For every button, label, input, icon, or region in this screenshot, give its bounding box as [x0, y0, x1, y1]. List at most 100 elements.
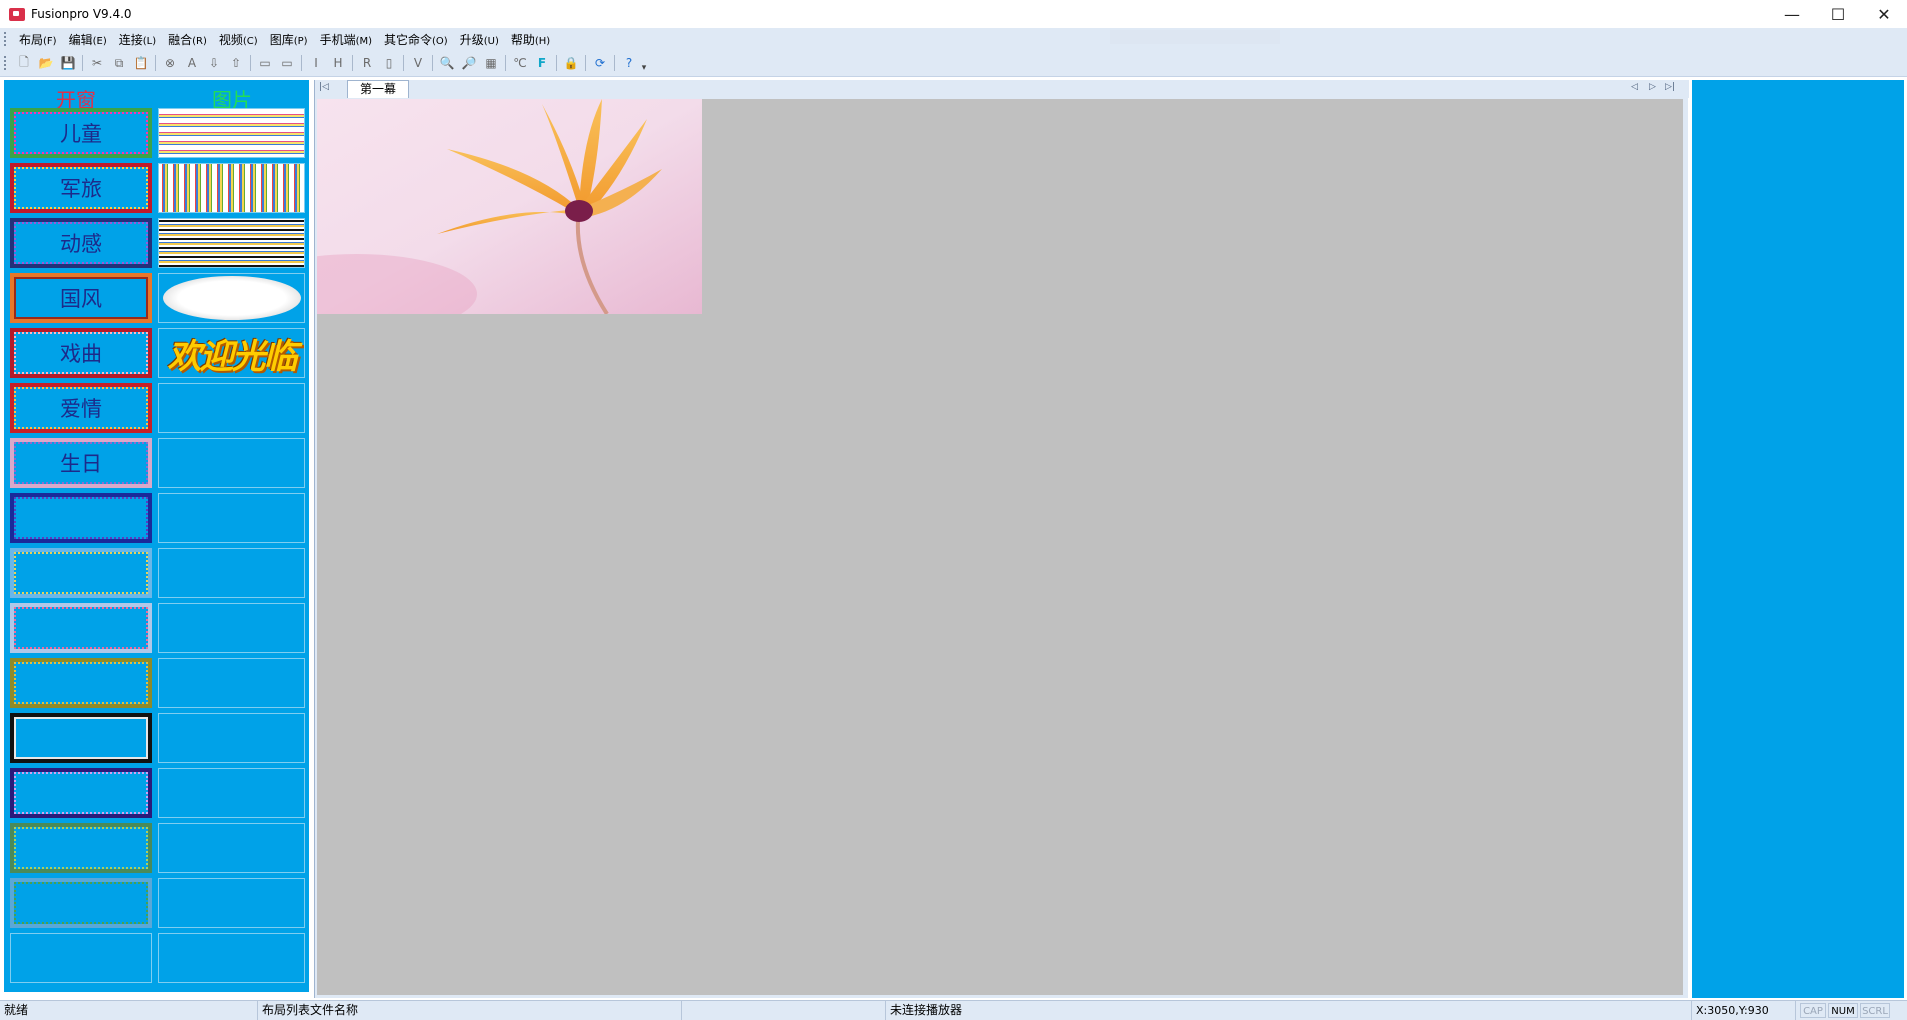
menu-edit[interactable]: 编辑(E): [63, 31, 113, 48]
menu-layout[interactable]: 布局(F): [13, 31, 63, 48]
refresh-icon[interactable]: ⟳: [590, 53, 610, 73]
picture-template[interactable]: [158, 438, 305, 488]
picture-template[interactable]: [158, 273, 305, 323]
window-template[interactable]: 军旅: [10, 163, 152, 213]
layout-canvas[interactable]: [317, 99, 1683, 995]
vertical-align-icon[interactable]: I: [306, 53, 326, 73]
new-file-icon[interactable]: 🗋: [14, 53, 34, 73]
flower-image[interactable]: [317, 99, 702, 314]
picture-template[interactable]: [158, 383, 305, 433]
frame-icon[interactable]: ▯: [379, 53, 399, 73]
window-template[interactable]: 爱情: [10, 383, 152, 433]
picture-template[interactable]: [158, 823, 305, 873]
toolbar-separator: [585, 55, 586, 71]
window-template[interactable]: [10, 933, 152, 983]
window-template[interactable]: 生日: [10, 438, 152, 488]
font-icon[interactable]: F: [532, 53, 552, 73]
toolbar-separator: [556, 55, 557, 71]
menu-mobile[interactable]: 手机端(M): [314, 31, 378, 48]
vertical-icon[interactable]: V: [408, 53, 428, 73]
app-icon: [9, 7, 25, 21]
picture-template[interactable]: [158, 163, 305, 213]
window-template[interactable]: [10, 878, 152, 928]
monitor-icon[interactable]: ▭: [255, 53, 275, 73]
window-template[interactable]: 动感: [10, 218, 152, 268]
prev-scene-icon[interactable]: ◁: [1631, 82, 1638, 92]
toolbar-grip[interactable]: [4, 56, 7, 70]
template-panel: 开窗 图片 儿童 军旅 动感 国风 戏曲 爱情 生日 欢迎光临: [4, 80, 309, 992]
picture-template[interactable]: [158, 548, 305, 598]
picture-template[interactable]: [158, 768, 305, 818]
next-scene-icon[interactable]: ▷: [1649, 82, 1656, 92]
window-template[interactable]: 戏曲: [10, 328, 152, 378]
menu-gallery[interactable]: 图库(P): [264, 31, 314, 48]
window-template[interactable]: [10, 713, 152, 763]
maximize-button[interactable]: ☐: [1815, 0, 1861, 28]
picture-template[interactable]: [158, 658, 305, 708]
menu-connect[interactable]: 连接(L): [113, 31, 162, 48]
window-template[interactable]: [10, 603, 152, 653]
menu-grip[interactable]: [4, 32, 7, 46]
open-folder-icon[interactable]: 📂: [36, 53, 56, 73]
status-scrl: SCRL: [1860, 1003, 1890, 1018]
delete-icon[interactable]: ⊗: [160, 53, 180, 73]
toolbar-separator: [352, 55, 353, 71]
menu-help[interactable]: 帮助(H): [505, 31, 556, 48]
move-up-icon[interactable]: ⇧: [226, 53, 246, 73]
status-num: NUM: [1828, 1003, 1858, 1018]
picture-template[interactable]: [158, 603, 305, 653]
scene-tab-strip: |◁ 第一幕 ◁ ▷ ▷|: [315, 80, 1689, 98]
text-icon[interactable]: A: [182, 53, 202, 73]
picture-template[interactable]: [158, 218, 305, 268]
plate-image: [162, 276, 301, 320]
status-bar: 就绪 布局列表文件名称 未连接播放器 X:3050,Y:930 CAP NUM …: [0, 1000, 1907, 1020]
window-template[interactable]: [10, 658, 152, 708]
cut-icon[interactable]: ✂: [87, 53, 107, 73]
last-scene-icon[interactable]: ▷|: [1665, 82, 1675, 92]
monitor-alt-icon[interactable]: ▭: [277, 53, 297, 73]
toolbar-separator: [614, 55, 615, 71]
first-scene-icon[interactable]: |◁: [319, 82, 329, 92]
picture-template[interactable]: [158, 933, 305, 983]
toolbar-separator: [432, 55, 433, 71]
lock-icon[interactable]: 🔒: [561, 53, 581, 73]
window-template[interactable]: 国风: [10, 273, 152, 323]
toolbar: 🗋 📂 💾 ✂ ⧉ 📋 ⊗ A ⇩ ⇧ ▭ ▭ I H R ▯ V 🔍 🔎 ▦ …: [0, 50, 1907, 77]
menu-upgrade[interactable]: 升级(U): [454, 31, 505, 48]
paste-icon[interactable]: 📋: [131, 53, 151, 73]
save-icon[interactable]: 💾: [58, 53, 78, 73]
grid-icon[interactable]: ▦: [481, 53, 501, 73]
rotate-icon[interactable]: R: [357, 53, 377, 73]
toolbar-separator: [403, 55, 404, 71]
picture-template[interactable]: [158, 713, 305, 763]
window-template[interactable]: [10, 548, 152, 598]
picture-template[interactable]: [158, 878, 305, 928]
temperature-icon[interactable]: ℃: [510, 53, 530, 73]
picture-template[interactable]: [158, 493, 305, 543]
minimize-button[interactable]: —: [1769, 0, 1815, 28]
menu-other-commands[interactable]: 其它命令(O): [378, 31, 454, 48]
window-controls: — ☐ ✕: [1769, 0, 1907, 28]
picture-template[interactable]: 欢迎光临: [158, 328, 305, 378]
horizontal-align-icon[interactable]: H: [328, 53, 348, 73]
close-button[interactable]: ✕: [1861, 0, 1907, 28]
move-down-icon[interactable]: ⇩: [204, 53, 224, 73]
menu-fusion[interactable]: 融合(R): [162, 31, 213, 48]
window-template[interactable]: [10, 768, 152, 818]
help-icon[interactable]: ?: [619, 53, 639, 73]
menu-video[interactable]: 视频(C): [213, 31, 264, 48]
toolbar-separator: [505, 55, 506, 71]
toolbar-separator: [301, 55, 302, 71]
window-template[interactable]: [10, 823, 152, 873]
copy-icon[interactable]: ⧉: [109, 53, 129, 73]
toolbar-overflow-icon[interactable]: ▾: [640, 53, 648, 73]
tab-scene-1[interactable]: 第一幕: [347, 80, 410, 98]
zoom-out-icon[interactable]: 🔍: [437, 53, 457, 73]
title-bar: Fusionpro V9.4.0 — ☐ ✕: [0, 0, 1907, 28]
window-template[interactable]: [10, 493, 152, 543]
toolbar-separator: [250, 55, 251, 71]
status-ready: 就绪: [0, 1001, 258, 1020]
window-template[interactable]: 儿童: [10, 108, 152, 158]
zoom-in-icon[interactable]: 🔎: [459, 53, 479, 73]
picture-template[interactable]: [158, 108, 305, 158]
